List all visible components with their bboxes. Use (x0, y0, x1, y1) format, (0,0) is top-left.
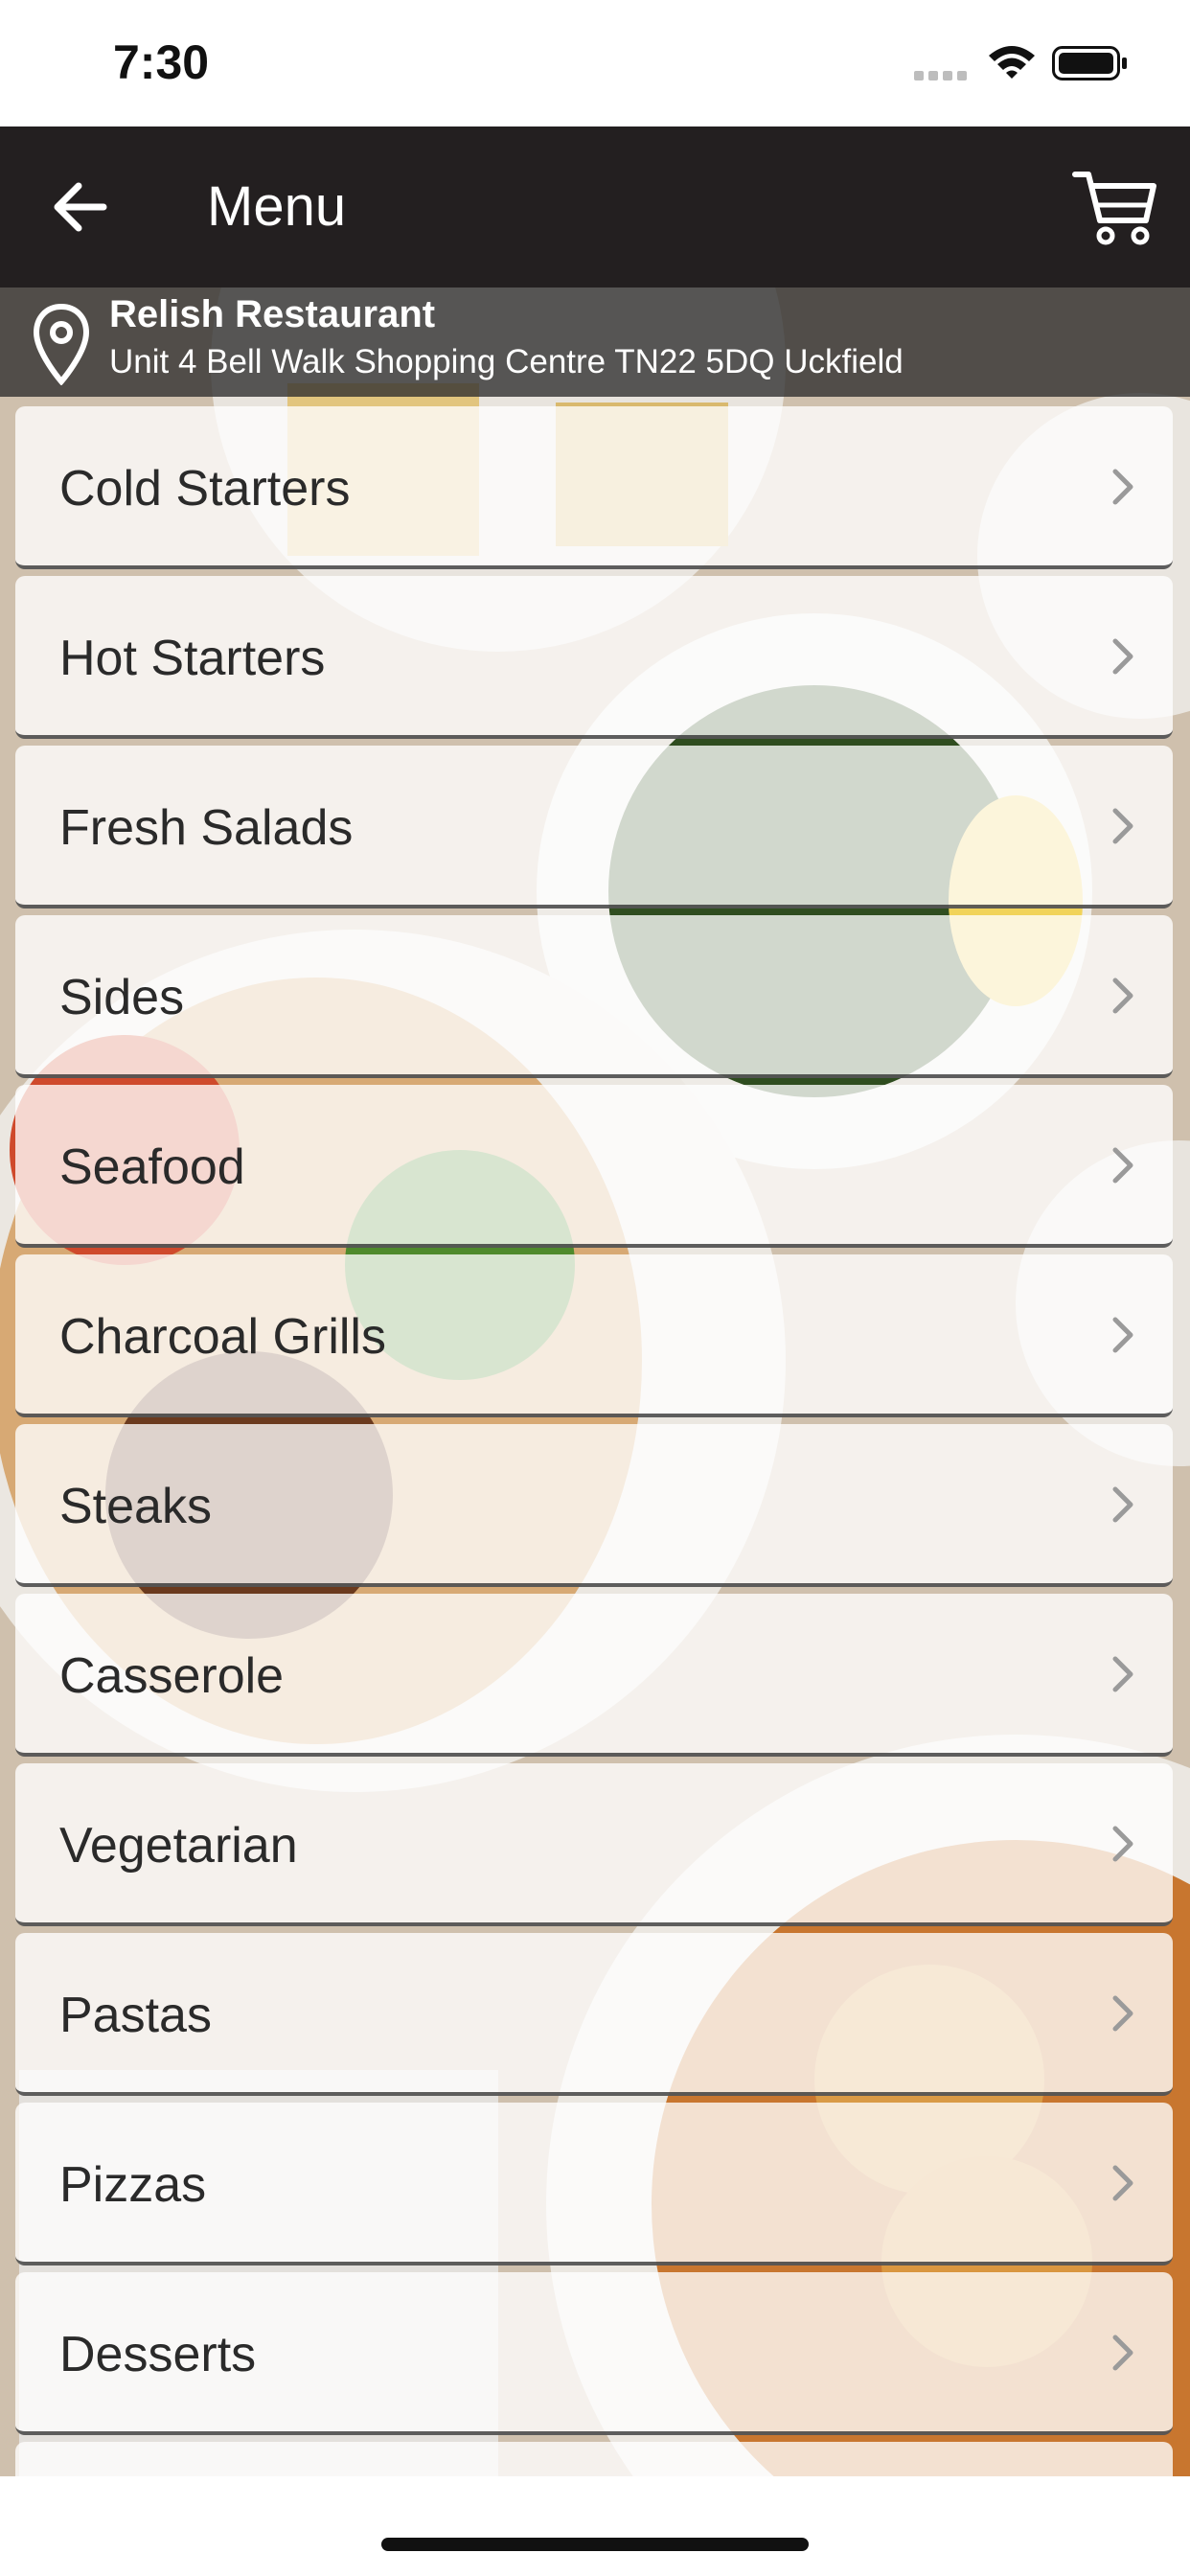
menu-item-label: Charcoal Grills (59, 1309, 386, 1365)
menu-item-label: Pizzas (59, 2157, 207, 2213)
chevron-right-icon (1112, 638, 1133, 675)
menu-item-label: Desserts (59, 2327, 257, 2382)
back-arrow-icon[interactable] (46, 171, 119, 243)
home-indicator-area (0, 2476, 1190, 2576)
menu-item-hot-starters[interactable]: Hot Starters (15, 576, 1173, 739)
chevron-right-icon (1112, 1486, 1133, 1523)
menu-item-pastas[interactable]: Pastas (15, 1933, 1173, 2096)
menu-item-desserts[interactable]: Desserts (15, 2272, 1173, 2435)
menu-item-label: Vegetarian (59, 1818, 298, 1874)
chevron-right-icon (1112, 1147, 1133, 1184)
menu-item-sides[interactable]: Sides (15, 915, 1173, 1078)
page-title: Menu (207, 175, 347, 238)
chevron-right-icon (1112, 1995, 1133, 2032)
restaurant-address: Unit 4 Bell Walk Shopping Centre TN22 5D… (109, 343, 904, 380)
chevron-right-icon (1112, 978, 1133, 1014)
menu-item-label: Hot Starters (59, 631, 326, 686)
menu-item-label: Pastas (59, 1988, 212, 2043)
menu-item-label: Fresh Salads (59, 800, 354, 856)
menu-item-charcoal-grills[interactable]: Charcoal Grills (15, 1254, 1173, 1417)
location-bar: Relish Restaurant Unit 4 Bell Walk Shopp… (0, 288, 1190, 397)
menu-item-label: Casserole (59, 1648, 285, 1704)
menu-item-label: Sides (59, 970, 185, 1025)
menu-item-vegetarian[interactable]: Vegetarian (15, 1763, 1173, 1926)
chevron-right-icon (1112, 2334, 1133, 2371)
nav-bar: Menu (0, 126, 1190, 288)
home-indicator[interactable] (381, 2538, 809, 2551)
menu-item-label: Steaks (59, 1479, 212, 1534)
chevron-right-icon (1112, 469, 1133, 505)
status-bar: 7:30 (0, 0, 1190, 126)
menu-content: Relish Restaurant Unit 4 Bell Walk Shopp… (0, 288, 1190, 2476)
chevron-right-icon (1112, 1317, 1133, 1353)
restaurant-name: Relish Restaurant (109, 293, 436, 335)
wifi-icon (989, 46, 1035, 79)
menu-item-label: Seafood (59, 1139, 245, 1195)
menu-item-fresh-salads[interactable]: Fresh Salads (15, 746, 1173, 908)
chevron-right-icon (1112, 1656, 1133, 1692)
menu-item-casserole[interactable]: Casserole (15, 1594, 1173, 1757)
menu-item-steaks[interactable]: Steaks (15, 1424, 1173, 1587)
menu-item-pizzas[interactable]: Pizzas (15, 2103, 1173, 2266)
cellular-signal-icon (914, 71, 967, 80)
menu-item-cold-starters[interactable]: Cold Starters (15, 406, 1173, 569)
menu-item-label: Cold Starters (59, 461, 351, 517)
chevron-right-icon (1112, 2165, 1133, 2201)
location-pin-icon (33, 303, 90, 385)
status-time: 7:30 (113, 35, 210, 89)
shopping-cart-icon[interactable] (1071, 167, 1157, 247)
chevron-right-icon (1112, 1826, 1133, 1862)
battery-icon (1052, 46, 1127, 80)
menu-item-seafood[interactable]: Seafood (15, 1085, 1173, 1248)
menu-item-partial[interactable] (15, 2442, 1173, 2476)
chevron-right-icon (1112, 808, 1133, 844)
